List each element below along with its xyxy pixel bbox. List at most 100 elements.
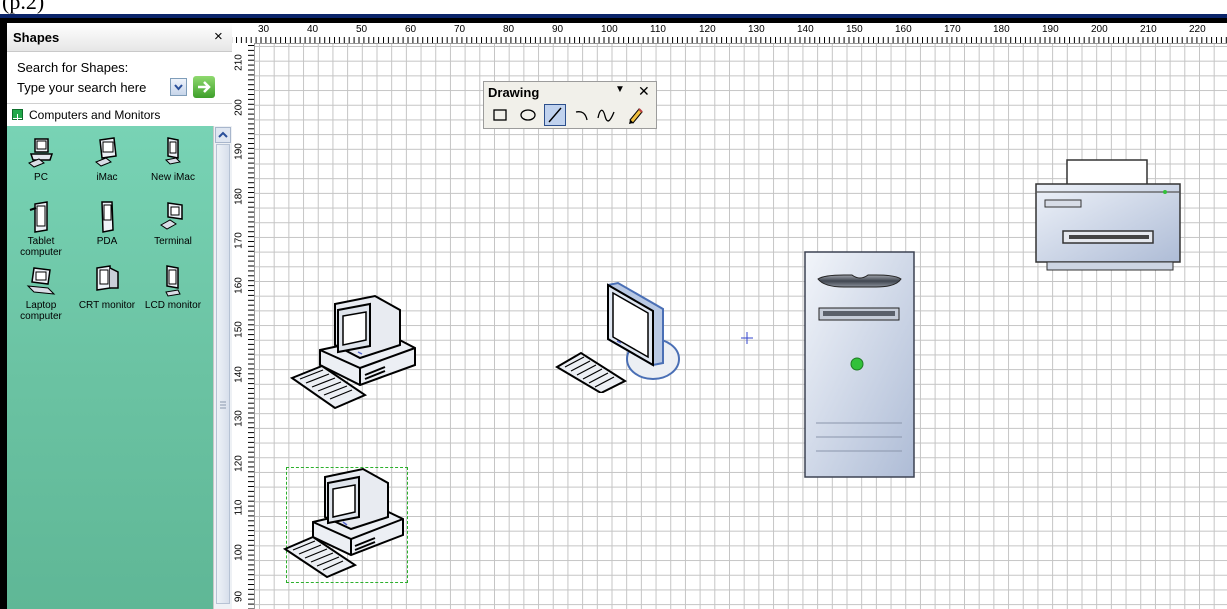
stencil-item-pda[interactable]: PDA (77, 200, 137, 247)
shapes-pane-title: Shapes (13, 30, 60, 45)
canvas-tower-server-shape[interactable] (804, 251, 916, 479)
window-frame (0, 18, 7, 609)
stencil-item-label: iMac (96, 172, 118, 183)
stencil-item-tablet-computer[interactable]: Tablet computer (11, 200, 71, 258)
stencil-item-terminal[interactable]: Terminal (143, 200, 203, 247)
search-go-button[interactable] (193, 76, 215, 98)
window-caption-strip: (p.2) (0, 0, 1227, 14)
pencil-tool-button[interactable] (624, 104, 646, 126)
stencil-grid-icon (12, 109, 23, 123)
chevron-down-icon (174, 84, 183, 91)
stencil-scrollbar[interactable] (213, 126, 233, 609)
search-dropdown-button[interactable] (170, 78, 187, 96)
close-shapes-pane-button[interactable]: × (214, 28, 223, 45)
canvas-lcd-monitor-shape[interactable] (553, 281, 683, 393)
ruler-number: 160 (895, 24, 912, 35)
lcd-monitor-icon (165, 265, 181, 297)
ruler-number: 60 (405, 24, 417, 35)
ruler-number: 210 (233, 54, 245, 71)
ruler-number: 170 (944, 24, 961, 35)
drawing-toolbar-title: Drawing (488, 85, 540, 100)
pda-icon (101, 201, 114, 233)
ruler-number: 190 (233, 143, 245, 160)
ruler-number: 130 (748, 24, 765, 35)
crt-monitor-icon (96, 265, 119, 291)
vertical-ruler[interactable]: 210 200 190 180 170 160 150 140 130 120 110 100 90 (232, 43, 255, 609)
stencil-item-imac[interactable]: iMac (77, 136, 137, 183)
pencil-icon (629, 108, 643, 124)
ruler-number: 210 (1140, 24, 1157, 35)
ruler-number: 100 (233, 543, 245, 561)
rectangle-icon (493, 109, 507, 121)
grip-icon (220, 401, 226, 409)
chevron-up-icon (218, 131, 228, 138)
stencil-item-label: PDA (96, 236, 118, 247)
ruler-number: 110 (233, 499, 245, 516)
caption-fragment: (p.2) (2, 0, 45, 14)
canvas-pc-shape[interactable] (290, 290, 420, 410)
line-tool-button[interactable] (544, 104, 566, 126)
rectangle-tool-button[interactable] (489, 104, 511, 126)
new-imac-icon (164, 137, 182, 165)
ruler-number: 120 (699, 24, 716, 35)
ruler-number: 110 (650, 24, 666, 35)
canvas-printer-shape[interactable] (1033, 158, 1183, 272)
freeform-icon (597, 109, 615, 122)
stencil-item-pc[interactable]: PC (11, 136, 71, 183)
toolbar-close-button[interactable]: ✕ (638, 83, 650, 100)
canvas-pc-selected-shape[interactable] (283, 467, 413, 587)
terminal-icon (160, 202, 183, 230)
search-shapes-input[interactable] (17, 78, 167, 96)
ruler-number: 40 (307, 24, 319, 35)
ruler-number: 70 (454, 24, 466, 35)
stencil-item-label: PC (34, 172, 48, 183)
ruler-number: 90 (233, 590, 245, 603)
scroll-up-button[interactable] (215, 127, 231, 143)
ruler-number: 90 (552, 24, 564, 35)
ruler-number: 220 (1189, 24, 1206, 35)
ruler-number: 50 (356, 24, 368, 35)
ruler-number: 200 (233, 98, 245, 116)
stencil-item-laptop-computer[interactable]: Laptop computer (11, 264, 71, 322)
arc-tool-button[interactable] (571, 104, 593, 126)
ruler-number: 140 (797, 24, 814, 35)
crosshair-icon (741, 332, 753, 344)
stencil-item-label: New iMac (151, 172, 195, 183)
ruler-number: 150 (233, 321, 245, 338)
freeform-tool-button[interactable] (595, 104, 617, 126)
ruler-number: 100 (601, 24, 618, 35)
ruler-number: 120 (233, 454, 245, 472)
ruler-number: 150 (846, 24, 863, 35)
stencil-item-label: Terminal (154, 236, 192, 247)
stencil-title: Computers and Monitors (29, 108, 161, 122)
stencil-item-label: CRT monitor (78, 300, 136, 311)
ruler-number: 170 (233, 232, 245, 249)
arc-icon (575, 111, 588, 121)
stencil-item-lcd-monitor[interactable]: LCD monitor (143, 264, 203, 311)
ruler-number: 180 (993, 24, 1010, 35)
stencil-item-crt-monitor[interactable]: CRT monitor (77, 264, 137, 311)
ruler-number: 180 (233, 187, 245, 205)
stencil-shapes-grid: PC iMac New iMac Tablet computer PDA Ter… (7, 126, 213, 609)
ruler-number: 30 (258, 24, 270, 35)
stencil-item-new-imac[interactable]: New iMac (143, 136, 203, 183)
toolbar-options-button[interactable]: ▼ (615, 84, 625, 95)
ellipse-tool-button[interactable] (517, 104, 539, 126)
title-bar (0, 14, 1227, 18)
shapes-pane: Shapes × Search for Shapes: Computers an… (7, 23, 233, 609)
line-icon (548, 107, 562, 123)
ellipse-icon (520, 109, 536, 121)
scroll-thumb[interactable] (216, 144, 230, 604)
stencil-header[interactable]: Computers and Monitors (7, 103, 232, 127)
horizontal-ruler[interactable]: 30 40 50 60 70 80 90 100 110 120 130 140 150 160 170 18… (232, 23, 1227, 44)
ruler-number: 190 (1042, 24, 1059, 35)
tablet-computer-icon (29, 201, 48, 233)
stencil-item-label: Tablet computer (20, 236, 62, 258)
laptop-computer-icon (26, 267, 56, 295)
stencil-item-label: LCD monitor (144, 300, 202, 311)
ruler-number: 200 (1091, 24, 1108, 35)
ruler-number: 80 (503, 24, 515, 35)
search-label: Search for Shapes: (17, 60, 129, 75)
stencil-item-label: Laptop computer (20, 300, 62, 322)
drawing-toolbar: Drawing ▼ ✕ (483, 81, 657, 129)
